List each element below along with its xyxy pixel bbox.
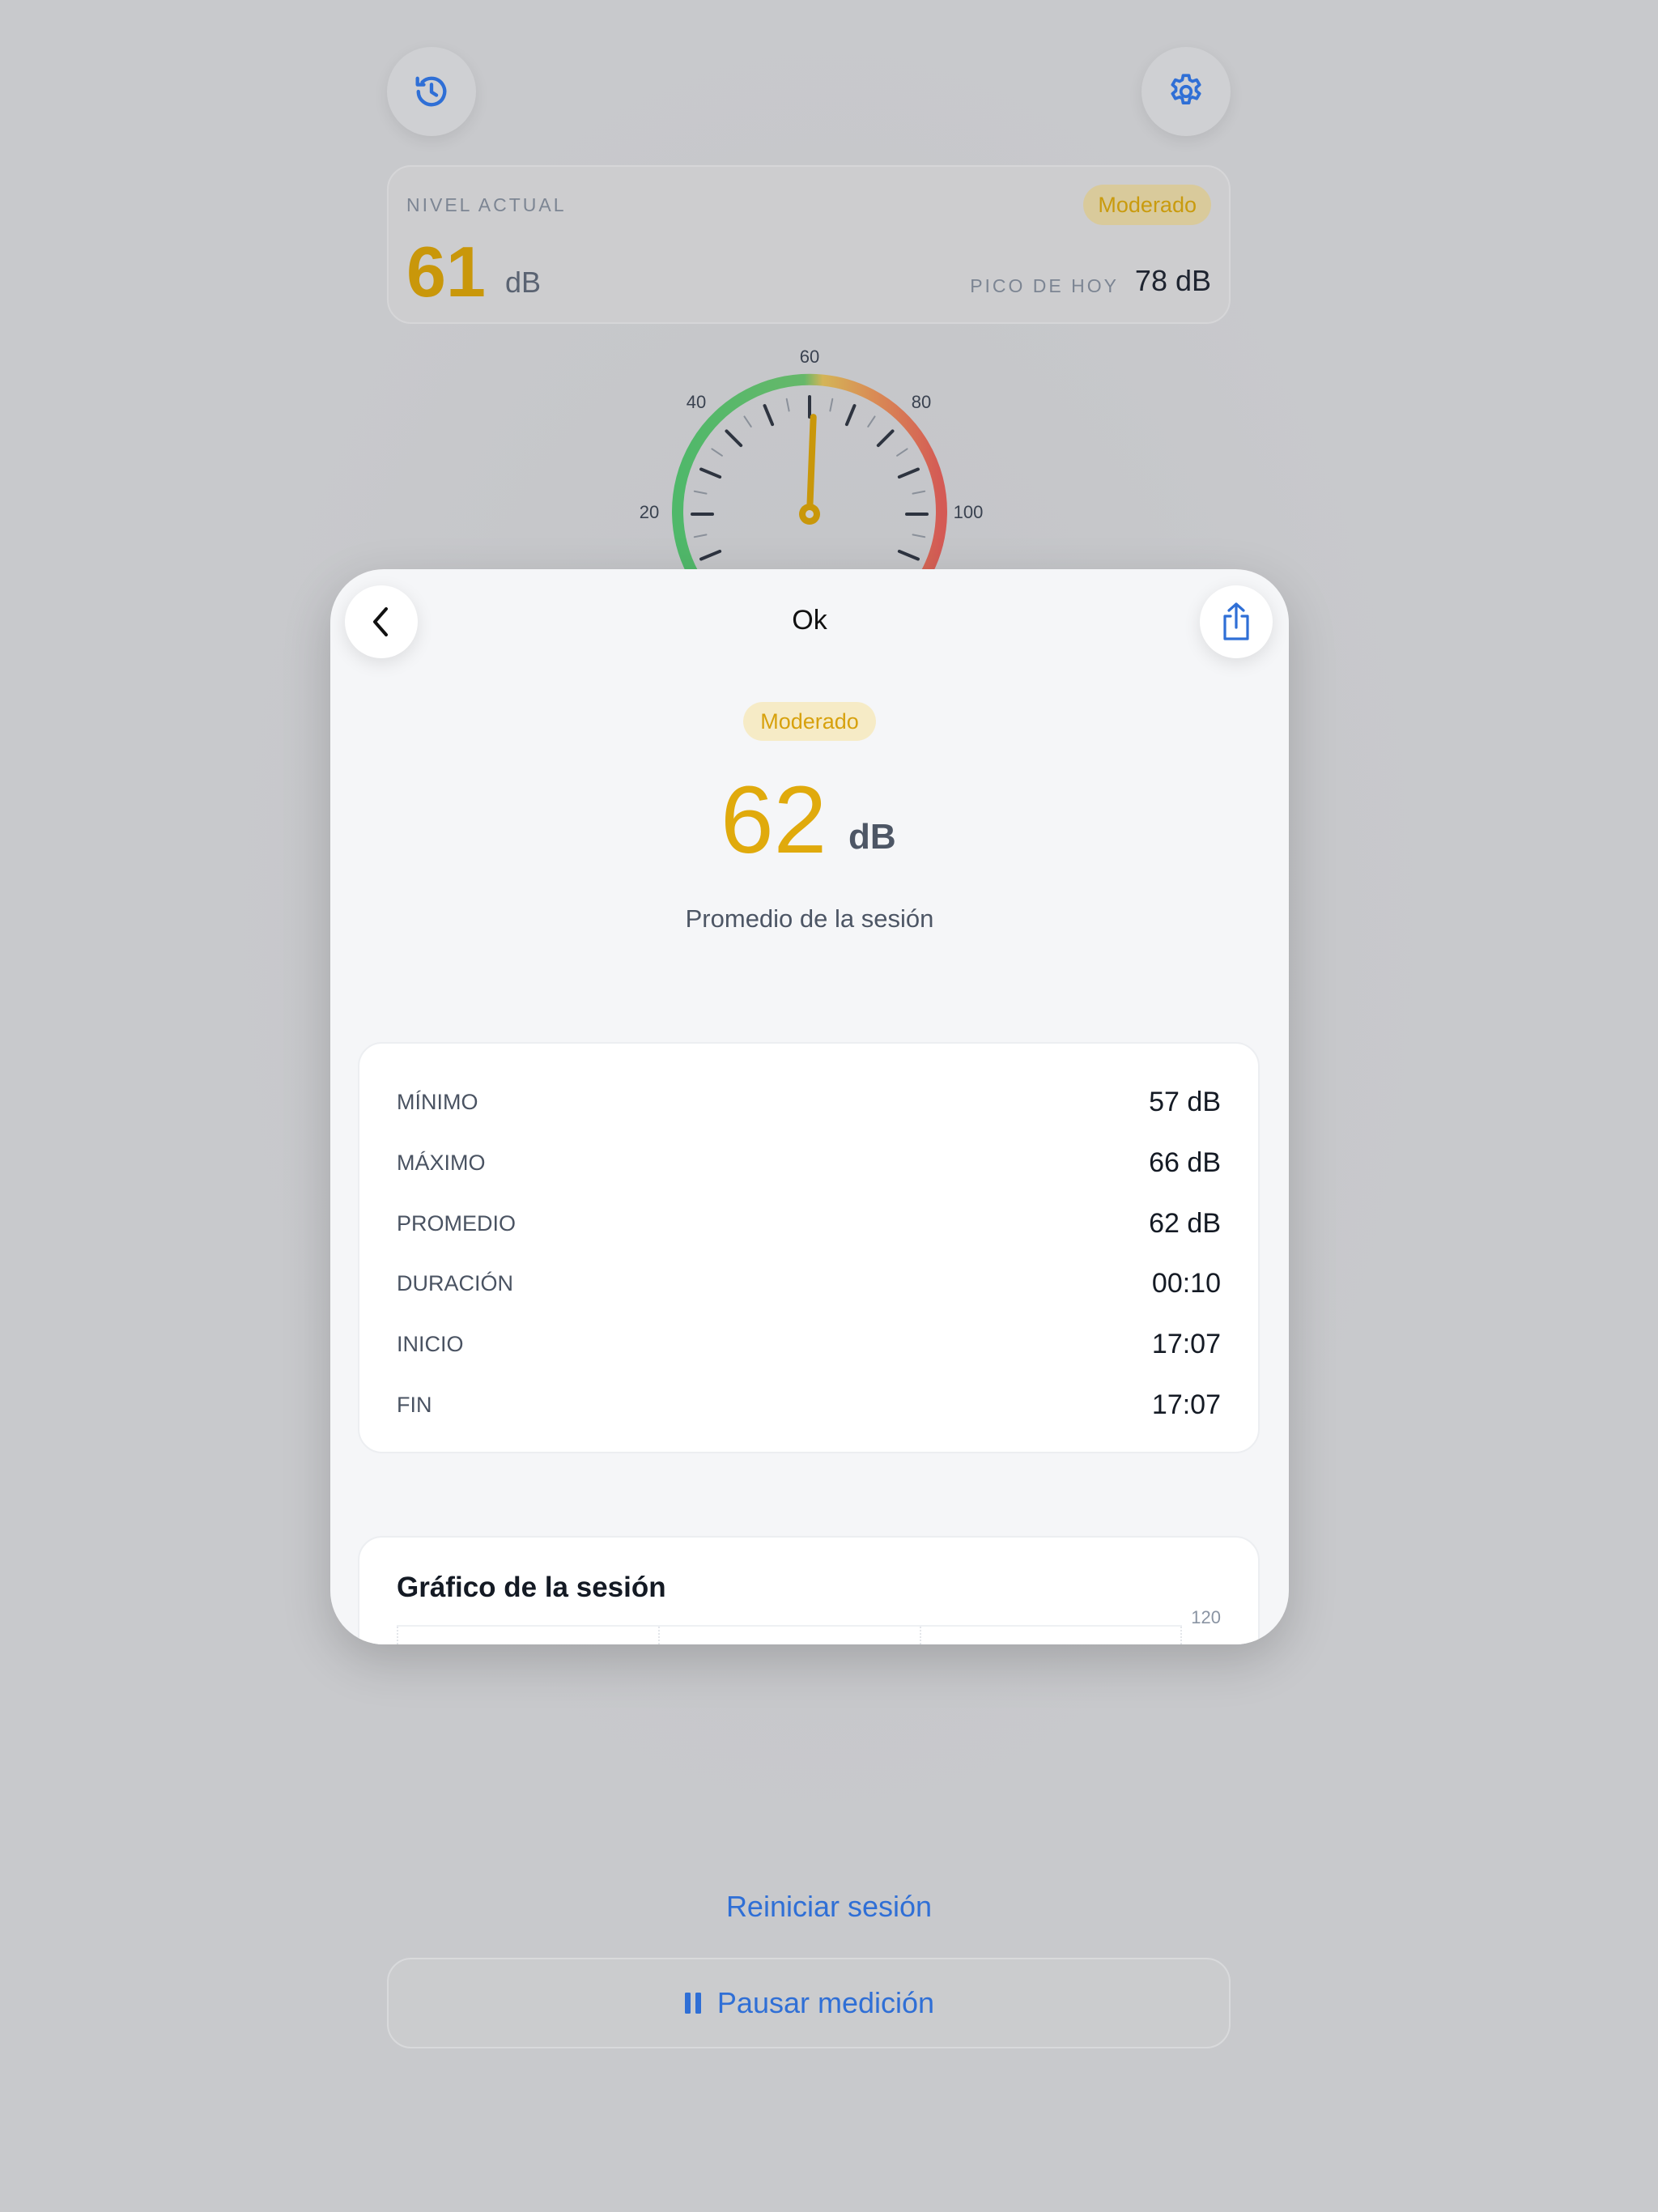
peak-today-value: 78 dB — [1134, 264, 1211, 297]
session-stats-card: MÍNIMO 57 dB MÁXIMO 66 dB PROMEDIO 62 dB… — [358, 1042, 1260, 1453]
gauge-label-100: 100 — [954, 502, 984, 522]
stat-row-start: INICIO 17:07 — [397, 1320, 1221, 1368]
stat-row-end: FIN 17:07 — [397, 1380, 1221, 1429]
gauge-tick — [912, 534, 926, 538]
gauge-tick — [693, 534, 708, 538]
pause-icon — [684, 1993, 701, 2014]
stat-value: 57 dB — [1149, 1086, 1221, 1117]
share-button[interactable] — [1200, 585, 1273, 658]
gauge-tick — [699, 549, 722, 561]
peak-today-label: PICO DE HOY — [970, 275, 1119, 296]
gauge-tick — [725, 429, 743, 448]
stat-value: 62 dB — [1149, 1207, 1221, 1239]
gauge-label-60: 60 — [800, 347, 819, 367]
stat-label: INICIO — [397, 1331, 464, 1356]
pause-measurement-button[interactable]: Pausar medición — [387, 1958, 1231, 2048]
current-level-value: 61 — [406, 232, 486, 312]
stat-value: 17:07 — [1151, 1328, 1221, 1359]
gauge-tick — [693, 490, 708, 495]
session-detail-sheet: Ok Moderado 62 dB Promedio de la sesión … — [330, 569, 1289, 1644]
current-level-label: NIVEL ACTUAL — [406, 194, 567, 215]
chart-grid — [397, 1625, 1182, 1644]
stat-row-duration: DURACIÓN 00:10 — [397, 1259, 1221, 1308]
gauge-tick — [912, 490, 926, 495]
gauge-tick — [897, 467, 920, 479]
pause-measurement-label: Pausar medición — [716, 1986, 935, 2019]
gauge-tick — [829, 398, 834, 412]
stat-row-min: MÍNIMO 57 dB — [397, 1078, 1221, 1126]
status-badge: Moderado — [1083, 185, 1211, 225]
gauge-tick — [763, 404, 775, 427]
stat-label: PROMEDIO — [397, 1210, 517, 1236]
chart-title: Gráfico de la sesión — [397, 1572, 666, 1603]
gauge-tick — [699, 467, 722, 479]
share-icon — [1223, 602, 1249, 640]
average-value: 62 — [721, 767, 827, 874]
gauge-tick — [867, 415, 876, 428]
gear-icon — [1171, 74, 1201, 105]
gauge-tick — [844, 404, 857, 427]
restart-session-button[interactable]: Reiniciar sesión — [0, 1890, 1658, 1924]
gauge-tick — [785, 398, 790, 412]
stat-value: 66 dB — [1149, 1146, 1221, 1178]
stat-label: FIN — [397, 1392, 432, 1417]
gauge-tick — [897, 549, 920, 561]
stat-row-average: PROMEDIO 62 dB — [397, 1199, 1221, 1248]
sheet-title: Ok — [792, 605, 827, 636]
gauge-tick — [743, 415, 752, 428]
stat-row-max: MÁXIMO 66 dB — [397, 1138, 1221, 1187]
gauge-needle — [806, 414, 817, 517]
gauge-tick — [711, 448, 723, 457]
history-icon — [415, 76, 447, 107]
stat-value: 17:07 — [1151, 1389, 1221, 1420]
current-level-card: NIVEL ACTUAL Moderado 61 dB PICO DE HOY … — [387, 165, 1231, 324]
status-badge: Moderado — [743, 702, 876, 741]
current-level-unit: dB — [505, 266, 542, 299]
chart-axis-max-label: 120 — [1191, 1607, 1221, 1627]
gauge-label-40: 40 — [687, 392, 706, 412]
gauge-label-20: 20 — [640, 502, 659, 522]
settings-button[interactable] — [1141, 47, 1231, 136]
session-chart-card: Gráfico de la sesión 120 — [358, 1536, 1260, 1644]
stat-label: MÍNIMO — [397, 1089, 478, 1114]
stat-label: MÁXIMO — [397, 1150, 486, 1175]
average-caption: Promedio de la sesión — [685, 904, 934, 933]
history-button[interactable] — [387, 47, 476, 136]
stat-label: DURACIÓN — [397, 1270, 514, 1295]
average-unit: dB — [848, 817, 896, 857]
gauge-label-80: 80 — [912, 392, 931, 412]
gauge-tick — [896, 448, 908, 457]
stat-value: 00:10 — [1151, 1267, 1221, 1299]
gauge-tick — [876, 429, 895, 448]
level-gauge: 20 40 60 80 100 — [640, 347, 984, 575]
